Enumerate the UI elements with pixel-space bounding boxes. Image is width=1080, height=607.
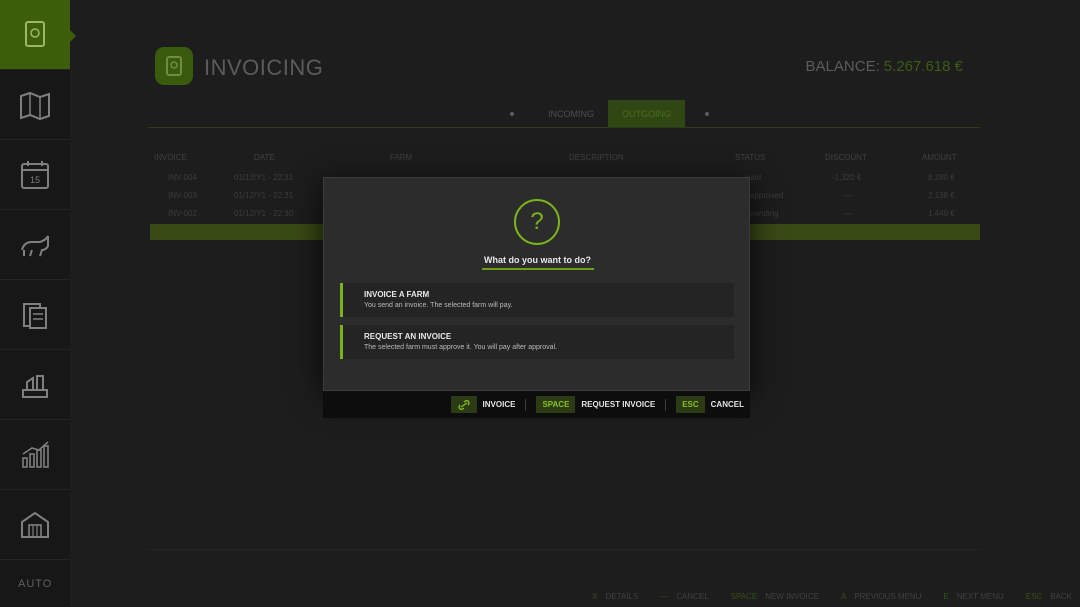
column-discount[interactable]: DISCOUNT xyxy=(825,153,867,162)
tab-outgoing[interactable]: OUTGOING xyxy=(608,100,685,127)
animals-icon xyxy=(21,235,49,256)
option-request-invoice[interactable]: REQUEST AN INVOICE The selected farm mus… xyxy=(340,325,734,359)
row-amount: 2.138 € xyxy=(928,191,955,200)
link-icon xyxy=(457,399,470,410)
row-discount: — xyxy=(844,209,852,218)
footer-label: NEW INVOICE xyxy=(765,591,819,601)
footer-action-cancel[interactable]: — CANCEL xyxy=(660,592,708,601)
calendar-number: 15 xyxy=(30,175,40,185)
invoice-button[interactable]: INVOICE xyxy=(450,396,516,413)
footer-key: X xyxy=(592,591,598,601)
cancel-button[interactable]: ESC CANCEL xyxy=(676,396,744,413)
footer-key: ESC xyxy=(1025,591,1043,601)
footer-label: PREVIOUS MENU xyxy=(854,591,922,601)
tab-bar: INCOMING OUTGOING xyxy=(490,100,729,127)
row-date: 01/12/Y1 - 22:30 xyxy=(234,209,294,218)
row-invoice: INV-004 xyxy=(168,173,197,182)
tab-incoming[interactable]: INCOMING xyxy=(534,100,608,127)
column-status[interactable]: STATUS xyxy=(735,153,765,162)
sidebar-item-calendar[interactable]: 15 xyxy=(0,140,70,210)
sidebar-item-buildings[interactable] xyxy=(0,490,70,560)
action-separator xyxy=(525,398,527,411)
row-date: 01/12/Y1 - 22:31 xyxy=(234,191,294,200)
footer-actions: X DETAILS — CANCEL SPACE NEW INVOICE A P… xyxy=(570,590,1072,602)
dialog-action-bar: INVOICE SPACE REQUEST INVOICE ESC CANCEL xyxy=(323,391,750,418)
buildings-icon xyxy=(21,511,49,538)
row-amount: 8.280 € xyxy=(928,173,955,182)
action-dialog: ? What do you want to do? INVOICE A FARM… xyxy=(323,177,750,391)
sidebar-more-label[interactable]: AUTO xyxy=(18,578,52,590)
row-discount: — xyxy=(844,191,852,200)
calendar-icon: 15 xyxy=(21,160,49,189)
row-discount: -1.320 € xyxy=(832,173,862,182)
footer-action-back[interactable]: ESC BACK xyxy=(1026,592,1072,601)
sidebar-item-invoicing[interactable] xyxy=(0,0,76,70)
column-amount[interactable]: AMOUNT xyxy=(922,153,957,162)
option-description: The selected farm must approve it. You w… xyxy=(364,344,557,351)
footer-divider xyxy=(148,549,980,550)
table-header: INVOICE DATE FARM DESCRIPTION STATUS DIS… xyxy=(150,153,980,163)
page-icon xyxy=(155,47,193,85)
statistics-icon xyxy=(22,440,49,468)
footer-label: NEXT MENU xyxy=(956,591,1004,601)
tabs-divider xyxy=(148,127,980,128)
column-farm[interactable]: FARM xyxy=(390,153,412,162)
invoice-button-label: INVOICE xyxy=(482,400,516,409)
column-date[interactable]: DATE xyxy=(254,153,275,162)
tab-prev-indicator[interactable] xyxy=(510,111,514,116)
map-icon xyxy=(20,91,50,120)
balance-value: 5.267.618 € xyxy=(883,58,963,75)
sidebar-item-contracts[interactable] xyxy=(0,280,70,350)
footer-key: SPACE xyxy=(730,591,758,601)
dialog-title: What do you want to do? xyxy=(484,255,591,265)
sidebar: 15 AUTO xyxy=(0,0,76,607)
sidebar-item-animals[interactable] xyxy=(0,210,70,280)
esc-key: ESC xyxy=(676,396,705,413)
option-title: INVOICE A FARM xyxy=(364,290,430,299)
request-invoice-button-label: REQUEST INVOICE xyxy=(581,400,656,409)
footer-label: BACK xyxy=(1050,591,1072,601)
sidebar-item-statistics[interactable] xyxy=(0,420,70,490)
column-invoice[interactable]: INVOICE xyxy=(154,153,187,162)
footer-action-new-invoice[interactable]: SPACE NEW INVOICE xyxy=(731,592,819,601)
balance: BALANCE: 5.267.618 € xyxy=(806,58,963,75)
footer-key: E xyxy=(943,591,949,601)
row-status: approved xyxy=(750,191,784,200)
row-invoice: INV-002 xyxy=(168,209,197,218)
option-invoice-farm[interactable]: INVOICE A FARM You send an invoice. The … xyxy=(340,283,734,317)
space-key: SPACE xyxy=(536,396,576,413)
row-date: 01/12/Y1 - 22:31 xyxy=(234,173,294,182)
dialog-title-underline xyxy=(482,268,594,270)
footer-label: DETAILS xyxy=(605,591,639,601)
row-invoice: INV-003 xyxy=(168,191,197,200)
footer-label: CANCEL xyxy=(676,591,709,601)
sidebar-item-production[interactable] xyxy=(0,350,70,420)
sidebar-item-map[interactable] xyxy=(0,70,70,140)
question-icon: ? xyxy=(514,199,560,245)
tab-next-indicator[interactable] xyxy=(705,111,709,116)
cancel-button-label: CANCEL xyxy=(710,400,744,409)
option-title: REQUEST AN INVOICE xyxy=(364,332,452,341)
option-description: You send an invoice. The selected farm w… xyxy=(364,302,513,309)
production-icon xyxy=(22,374,48,398)
footer-action-details[interactable]: X DETAILS xyxy=(592,592,638,601)
balance-label: BALANCE: xyxy=(805,58,880,75)
action-separator xyxy=(665,398,667,411)
invoice-icon xyxy=(166,56,182,76)
column-description[interactable]: DESCRIPTION xyxy=(569,153,624,162)
row-amount: 1.440 € xyxy=(928,209,955,218)
footer-action-previous-menu[interactable]: A PREVIOUS MENU xyxy=(841,592,921,601)
link-key xyxy=(450,396,477,413)
page-title: INVOICING xyxy=(204,55,324,80)
request-invoice-button[interactable]: SPACE REQUEST INVOICE xyxy=(536,396,655,413)
footer-key: A xyxy=(840,591,847,601)
contracts-icon xyxy=(23,302,47,329)
footer-key: — xyxy=(660,591,669,601)
row-status: pending xyxy=(750,209,779,218)
footer-action-next-menu[interactable]: E NEXT MENU xyxy=(943,592,1003,601)
invoice-icon xyxy=(25,20,45,47)
